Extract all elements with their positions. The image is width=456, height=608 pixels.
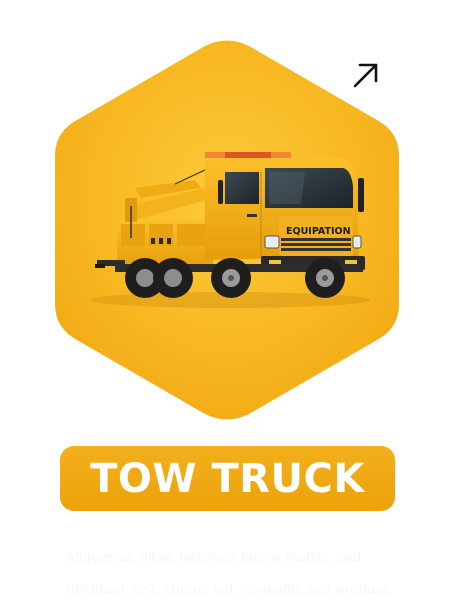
hexagon-image: EQUIPATION (55, 38, 399, 422)
open-link-button[interactable] (346, 55, 386, 95)
arrow-up-right-icon (353, 63, 378, 88)
service-card: EQUIPATION TOW TRUCK Aliquet ac vitae fa… (0, 0, 456, 608)
card-title: TOW TRUCK (90, 455, 365, 502)
tow-truck-illustration: EQUIPATION (55, 40, 399, 420)
title-button[interactable]: TOW TRUCK (60, 446, 395, 511)
card-description: Aliquet ac vitae faucibus lorem mattis, … (66, 549, 394, 598)
truck-brand-label: EQUIPATION (286, 226, 351, 237)
wheels (125, 258, 345, 298)
